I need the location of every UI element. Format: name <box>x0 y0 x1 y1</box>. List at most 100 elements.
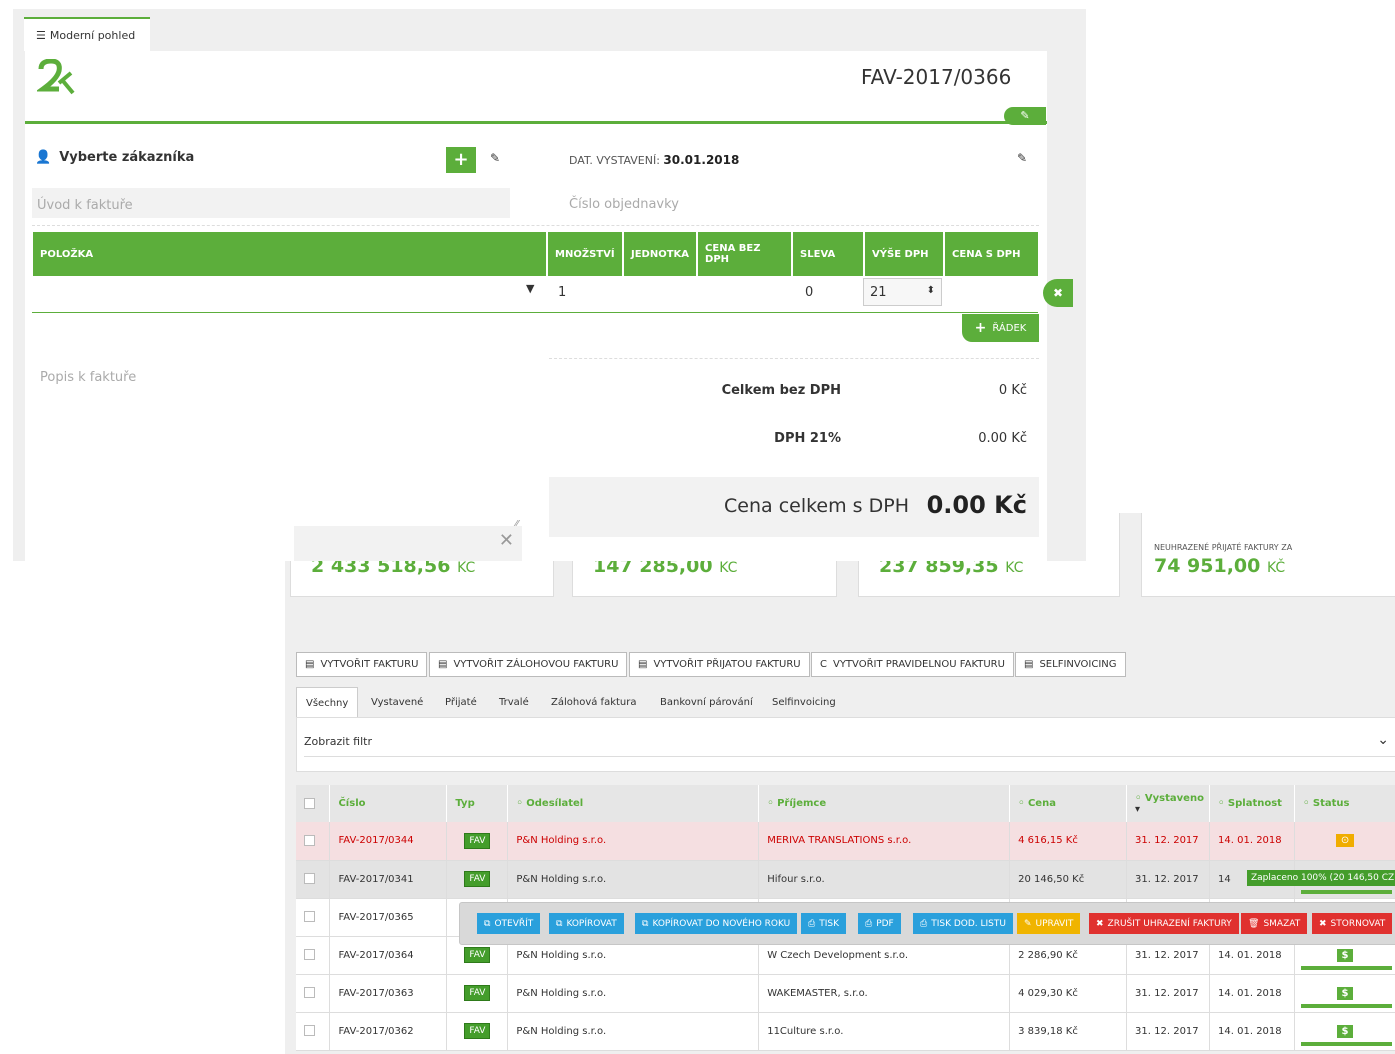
row-checkbox[interactable] <box>304 987 315 999</box>
issued-date: 31. 12. 2017 <box>1126 1012 1211 1051</box>
sender: P&N Holding s.r.o. <box>507 974 760 1013</box>
print-button[interactable]: ⎙ TISK <box>801 913 846 934</box>
cancel-payment-button[interactable]: ✖ ZRUŠIT UHRAZENÍ FAKTURY <box>1089 913 1239 934</box>
tab-received[interactable]: Přijaté <box>436 687 486 718</box>
close-icon: ✖ <box>1052 286 1064 300</box>
order-number-input[interactable]: Číslo objednavky <box>569 193 679 212</box>
paid-icon[interactable]: $ <box>1336 986 1354 1000</box>
tab-selfinvoicing[interactable]: Selfinvoicing <box>763 687 845 718</box>
row-checkbox[interactable] <box>304 1025 315 1037</box>
create-received-invoice-button[interactable]: ▤ VYTVOŘIT PŘIJATOU FAKTURU <box>629 652 810 677</box>
row-select[interactable] <box>296 974 331 1013</box>
col-due[interactable]: ◦ Splatnost <box>1209 785 1296 822</box>
select-all-cell[interactable] <box>296 785 331 822</box>
stat-value: 74 951,00 KČ <box>1154 555 1286 577</box>
copy-to-new-year-button[interactable]: ⧉ KOPÍROVAT DO NOVÉHO ROKU <box>635 913 798 934</box>
col-sender[interactable]: ◦ Odesílatel <box>507 785 760 822</box>
logo <box>37 59 75 95</box>
chevron-down-icon[interactable]: ⌄ <box>1377 732 1389 748</box>
col-issued[interactable]: ◦ Vystaveno ▾ <box>1126 785 1211 822</box>
col-number[interactable]: Číslo <box>329 785 448 822</box>
table-row[interactable]: FAV-2017/0362 FAV P&N Holding s.r.o. 11C… <box>296 1012 1395 1051</box>
invoice-number: FAV-2017/0365 <box>329 898 448 937</box>
quantity-input[interactable]: 1 <box>558 285 566 300</box>
filter-toggle[interactable]: Zobrazit filtr <box>304 735 372 748</box>
row-select[interactable] <box>296 860 331 899</box>
copy-button[interactable]: ⧉ KOPÍROVAT <box>549 913 624 934</box>
select-all-checkbox[interactable] <box>304 797 315 809</box>
invoice-card: FAV-2017/0366 ✎ 👤 Vyberte zákazníka + ✎ D… <box>25 51 1073 561</box>
create-recurring-invoice-button[interactable]: C VYTVOŘIT PRAVIDELNOU FAKTURU <box>811 652 1014 677</box>
customer-selector[interactable]: 👤 Vyberte zákazníka <box>35 150 194 165</box>
row-checkbox[interactable] <box>304 949 315 961</box>
edit-date-icon[interactable]: ✎ <box>1017 151 1027 165</box>
close-icon[interactable]: ✕ <box>499 530 514 551</box>
type-badge: FAV <box>464 985 491 1001</box>
tab-issued[interactable]: Vystavené <box>362 687 432 718</box>
recipient: WAKEMASTER, s.r.o. <box>758 974 1011 1013</box>
tab-modern-view[interactable]: ☰ Moderní pohled <box>24 17 150 51</box>
row-select[interactable] <box>296 898 331 937</box>
due-date: 14. 01. 2018 <box>1209 1012 1296 1051</box>
table-row[interactable]: FAV-2017/0363 FAV P&N Holding s.r.o. WAK… <box>296 974 1395 1013</box>
edit-customer-icon[interactable]: ✎ <box>490 151 500 165</box>
table-row[interactable]: FAV-2017/0341 FAV P&N Holding s.r.o. Hif… <box>296 860 1395 899</box>
storno-button[interactable]: ✖ STORNOVAT <box>1312 913 1393 934</box>
trash-icon: 🗑 <box>1248 918 1260 929</box>
overdue-clock-icon[interactable]: ⊙ <box>1335 834 1355 848</box>
issue-date[interactable]: DAT. VYSTAVENÍ: 30.01.2018 <box>569 153 739 167</box>
print-delivery-note-button[interactable]: ⎙ TISK DOD. LISTU <box>913 913 1013 934</box>
tab-recurring[interactable]: Trvalé <box>490 687 538 718</box>
col-price-inc-vat: CENA S DPH <box>944 232 1041 276</box>
tab-all[interactable]: Všechny <box>296 687 359 718</box>
paid-icon[interactable]: $ <box>1336 1024 1354 1038</box>
col-recipient[interactable]: ◦ Příjemce <box>758 785 1011 822</box>
create-advance-invoice-button[interactable]: ▤ VYTVOŘIT ZÁLOHOVOU FAKTURU <box>429 652 628 677</box>
header-divider <box>25 121 1047 124</box>
discount-input[interactable]: 0 <box>805 285 813 300</box>
row-checkbox[interactable] <box>304 911 315 923</box>
external-link-icon: ⧉ <box>556 918 563 929</box>
pdf-button[interactable]: ⎙ PDF <box>858 913 901 934</box>
open-button[interactable]: ⧉ OTEVŘÍT <box>477 913 541 934</box>
total-ex-vat-label: Celkem bez DPH <box>721 383 841 398</box>
edit-button[interactable]: ✎ UPRAVIT <box>1017 913 1081 934</box>
price: 3 839,18 Kč <box>1009 1012 1128 1051</box>
row-select[interactable] <box>296 936 331 975</box>
due-date: 14. 01. 2018 <box>1209 822 1296 861</box>
list-icon: ▤ <box>438 659 448 670</box>
remove-row-button[interactable]: ✖ <box>1043 279 1073 307</box>
items-header: POLOŽKA MNOŽSTVÍ JEDNOTKA CENA BEZ DPH S… <box>33 232 1041 276</box>
row-select[interactable] <box>296 822 331 861</box>
refresh-icon: C <box>820 659 827 670</box>
type-badge: FAV <box>464 832 491 849</box>
row-checkbox[interactable] <box>304 835 315 846</box>
create-invoice-button[interactable]: ▤ VYTVOŘIT FAKTURU <box>296 652 428 677</box>
edit-header-button[interactable]: ✎ <box>1004 107 1046 125</box>
type-cell: FAV <box>446 860 509 899</box>
paid-icon[interactable]: $ <box>1336 948 1354 962</box>
list-icon: ▤ <box>638 659 648 670</box>
vat-select[interactable]: 21 ⬍ <box>863 278 942 306</box>
table-row[interactable]: FAV-2017/0344 FAV P&N Holding s.r.o. MER… <box>296 822 1395 861</box>
selfinvoicing-button[interactable]: ▤ SELFINVOICING <box>1015 652 1126 677</box>
description-textarea[interactable]: Popis k faktuře <box>40 366 136 385</box>
row-select[interactable] <box>296 1012 331 1051</box>
invoice-list-window: 2 433 518,56 KC 147 285,00 KC 237 859,35… <box>285 513 1395 1054</box>
col-type[interactable]: Typ <box>446 785 509 822</box>
type-badge: FAV <box>464 947 491 963</box>
external-link-icon: ⧉ <box>642 918 649 929</box>
col-status[interactable]: ◦ Status <box>1294 785 1395 822</box>
tab-bank-pairing[interactable]: Bankovní párování <box>651 687 762 718</box>
add-row-button[interactable]: + ŘÁDEK <box>962 314 1039 342</box>
add-customer-button[interactable]: + <box>446 147 476 173</box>
item-dropdown-arrow[interactable]: ▼ <box>526 282 534 295</box>
tab-advance[interactable]: Zálohová faktura <box>542 687 646 718</box>
filter-panel[interactable]: Zobrazit filtr ⌄ <box>296 717 1395 772</box>
col-price[interactable]: ◦ Cena <box>1009 785 1128 822</box>
type-badge: FAV <box>464 1023 491 1039</box>
delete-button[interactable]: 🗑 SMAZAT <box>1241 913 1308 934</box>
intro-input[interactable]: Úvod k faktuře <box>32 188 510 218</box>
row-checkbox[interactable] <box>304 873 315 885</box>
grand-total-value: 0.00 Kč <box>926 491 1027 519</box>
